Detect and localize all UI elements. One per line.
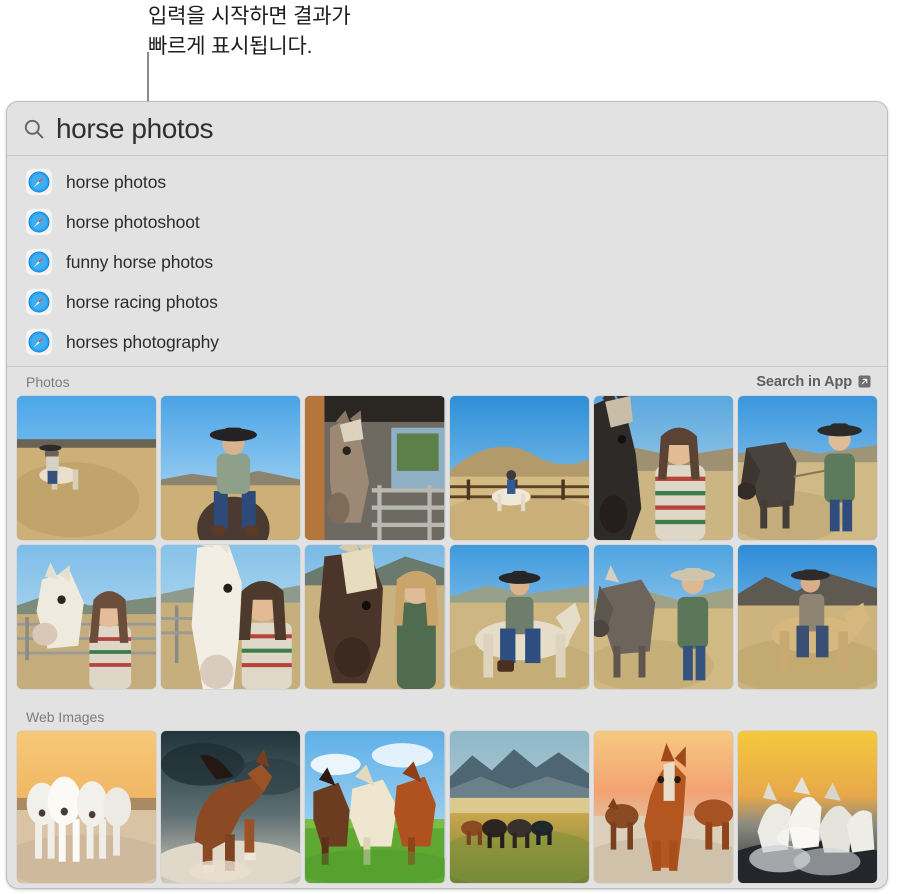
web-image-thumbnail[interactable]	[305, 731, 445, 883]
safari-compass-icon	[26, 249, 52, 275]
search-icon	[24, 119, 44, 138]
photo-thumbnail[interactable]	[305, 396, 445, 540]
web-image-thumbnail[interactable]	[593, 731, 733, 883]
section-header-photos: Photos Search in App	[7, 367, 887, 396]
web-image-thumbnail[interactable]	[161, 731, 301, 883]
photo-thumbnail[interactable]	[593, 545, 733, 689]
safari-compass-icon	[26, 289, 52, 315]
suggestion-label: funny horse photos	[66, 251, 214, 272]
photo-thumbnail[interactable]	[737, 396, 877, 540]
safari-compass-icon	[26, 329, 52, 355]
photo-thumbnail[interactable]	[449, 396, 589, 540]
web-image-thumbnail[interactable]	[449, 731, 589, 883]
photo-thumbnail[interactable]	[161, 396, 301, 540]
safari-compass-icon	[26, 209, 52, 235]
suggestion-item[interactable]: horse photos	[7, 162, 887, 202]
section-header-web-images: Web Images	[7, 702, 887, 731]
callout-text: 입력을 시작하면 결과가 빠르게 표시됩니다.	[148, 5, 351, 58]
suggestion-label: horse racing photos	[66, 291, 218, 312]
photos-row	[7, 545, 887, 689]
photo-thumbnail[interactable]	[17, 545, 157, 689]
photo-thumbnail[interactable]	[449, 545, 589, 689]
arrow-up-right-box-icon	[858, 375, 871, 388]
suggestion-item[interactable]: horse photoshoot	[7, 202, 887, 242]
search-input-value[interactable]: horse photos	[56, 113, 213, 144]
photo-thumbnail[interactable]	[17, 396, 157, 540]
suggestion-label: horses photography	[66, 331, 219, 352]
suggestion-label: horse photos	[66, 171, 166, 192]
suggestion-item[interactable]: funny horse photos	[7, 242, 887, 282]
suggestion-label: horse photoshoot	[66, 211, 200, 232]
photo-thumbnail[interactable]	[305, 545, 445, 689]
section-title: Photos	[26, 373, 70, 390]
web-image-thumbnail[interactable]	[17, 731, 157, 883]
search-suggestions-panel: horse photos horse photos horse photosho…	[6, 101, 888, 889]
photo-thumbnail[interactable]	[593, 396, 733, 540]
web-image-thumbnail[interactable]	[737, 731, 877, 883]
screenshot-root: 입력을 시작하면 결과가 빠르게 표시됩니다. horse photos hor…	[0, 0, 904, 894]
search-in-app-label: Search in App	[756, 373, 852, 390]
photo-thumbnail[interactable]	[161, 545, 301, 689]
safari-compass-icon	[26, 169, 52, 195]
search-field[interactable]: horse photos	[7, 102, 887, 156]
search-in-app-button[interactable]: Search in App	[756, 374, 871, 390]
callout-leader-line	[147, 52, 149, 105]
suggestion-list: horse photos horse photoshoot funny hors…	[7, 156, 887, 366]
photos-row	[7, 396, 887, 540]
section-title: Web Images	[26, 708, 105, 725]
web-images-row	[7, 731, 887, 883]
suggestion-item[interactable]: horses photography	[7, 322, 887, 362]
suggestion-item[interactable]: horse racing photos	[7, 282, 887, 322]
photos-grid	[7, 396, 887, 691]
photo-thumbnail[interactable]	[737, 545, 877, 689]
